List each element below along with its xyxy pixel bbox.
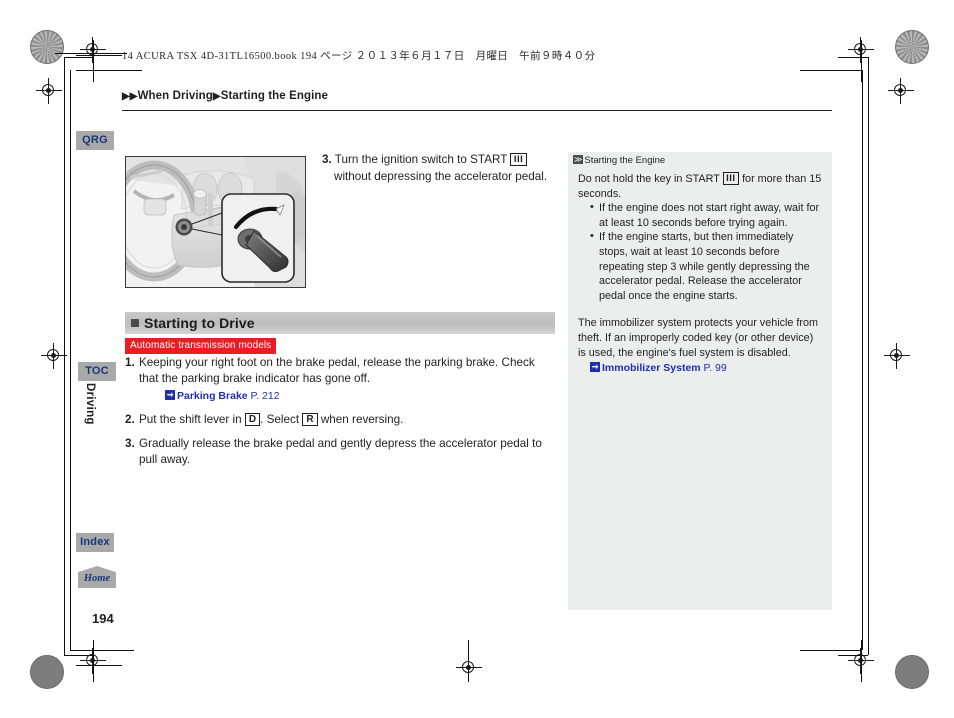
- crop-mark: [93, 40, 95, 82]
- figure-step-3-number: 3.: [322, 153, 332, 166]
- gear-d-icon: D: [244, 413, 261, 426]
- crop-mark: [800, 650, 862, 652]
- sidebar-tab-toc[interactable]: TOC: [78, 362, 116, 381]
- page-number: 194: [92, 611, 114, 626]
- ignition-switch-illustration: [126, 157, 305, 287]
- step-text: Keeping your right foot on the brake ped…: [139, 356, 535, 385]
- side-note-intro-before: Do not hold the key in START: [578, 173, 720, 185]
- crop-mark: [93, 640, 95, 682]
- side-note-panel: ≫ Starting the Engine Do not hold the key…: [568, 152, 832, 610]
- list-item: 3. Gradually release the brake pedal and…: [125, 436, 555, 468]
- registration-mark-top-inner-left: [36, 78, 62, 104]
- print-color-patch-bottom-left: [30, 655, 64, 689]
- figure-step-3-text-before: Turn the ignition switch to START: [334, 153, 508, 166]
- side-note-chevron-icon: ≫: [573, 155, 584, 164]
- step-text-part-a: Put the shift lever in: [139, 413, 242, 426]
- crop-mark: [838, 57, 868, 59]
- gear-r-icon: R: [302, 413, 318, 426]
- cross-reference-link-parking-brake[interactable]: Parking Brake P. 212: [165, 388, 555, 404]
- sidebar-chapter-label: Driving: [84, 383, 96, 425]
- section-heading-bar: Starting to Drive: [125, 312, 555, 334]
- side-note-paragraph: The immobilizer system protects your veh…: [578, 317, 818, 359]
- cross-reference-title: Immobilizer System: [602, 362, 701, 375]
- sidebar-tab-qrg[interactable]: QRG: [76, 131, 114, 150]
- crop-mark: [64, 57, 66, 655]
- print-book-line: 14 ACURA TSX 4D-31TL16500.book 194 ページ ２…: [122, 51, 596, 62]
- registration-mark-top-inner-right: [888, 78, 914, 104]
- sidebar-tab-index[interactable]: Index: [76, 533, 114, 552]
- cross-reference-arrow-icon: [590, 362, 600, 373]
- instruction-step-list: 1. Keeping your right foot on the brake …: [125, 355, 555, 476]
- crop-mark: [868, 57, 870, 655]
- start-position-icon: III: [510, 153, 527, 166]
- step-text-part-c: when reversing.: [320, 413, 404, 426]
- breadcrumb-current: Starting the Engine: [220, 90, 329, 102]
- side-note-body: Do not hold the key in START III for mor…: [578, 172, 824, 376]
- cross-reference-arrow-icon: [165, 390, 175, 400]
- list-item: If the engine starts, but then immediate…: [590, 229, 824, 303]
- registration-mark-mid-right: [884, 343, 910, 369]
- cross-reference-link-immobilizer-system[interactable]: Immobilizer System P. 99: [590, 361, 824, 376]
- list-item: If the engine does not start right away,…: [590, 200, 824, 230]
- cross-reference-title: Parking Brake: [177, 390, 248, 402]
- crop-mark: [76, 55, 122, 57]
- list-item: 1. Keeping your right foot on the brake …: [125, 355, 555, 404]
- breadcrumb-marker-icon: ▶▶: [122, 90, 138, 102]
- ignition-switch-figure: [125, 156, 306, 288]
- crop-mark: [838, 655, 868, 657]
- side-note-intro: Do not hold the key in START III for mor…: [578, 172, 824, 201]
- print-color-patch-top-right: [895, 30, 929, 64]
- breadcrumb-parent[interactable]: When Driving: [138, 90, 213, 102]
- crop-mark: [800, 70, 862, 72]
- crop-mark: [70, 650, 134, 652]
- side-note-bullet-list: If the engine does not start right away,…: [578, 200, 824, 303]
- step-text-part-b: . Select: [260, 413, 300, 426]
- crop-mark: [64, 655, 94, 657]
- section-title: Starting to Drive: [144, 315, 255, 331]
- crop-mark-center-bottom: [468, 640, 470, 682]
- model-variant-badge: Automatic transmission models: [125, 338, 277, 354]
- print-color-patch-bottom-right: [895, 655, 929, 689]
- section-bullet-square-icon: [131, 319, 139, 327]
- step-text: Gradually release the brake pedal and ge…: [139, 437, 542, 466]
- crop-mark: [861, 640, 863, 682]
- crop-mark: [76, 70, 142, 72]
- step-number: 3.: [125, 437, 135, 450]
- list-item: 2. Put the shift lever in D. Select R wh…: [125, 412, 555, 428]
- step-number: 1.: [125, 356, 135, 369]
- sidebar-home-button[interactable]: Home: [78, 566, 116, 588]
- breadcrumb-separator-icon: ▶: [212, 90, 221, 102]
- crop-mark: [64, 57, 94, 59]
- cross-reference-page: P. 212: [250, 390, 280, 402]
- crop-mark: [76, 665, 122, 667]
- header-rule-left: [55, 53, 127, 54]
- cross-reference-page: P. 99: [703, 362, 727, 375]
- breadcrumb-divider: [122, 110, 832, 112]
- figure-step-3-text-after: without depressing the accelerator pedal…: [334, 169, 548, 183]
- print-color-patch-top-left: [30, 30, 64, 64]
- home-button-label: Home: [83, 573, 111, 584]
- crop-mark: [862, 70, 864, 650]
- side-note-heading: ≫ Starting the Engine: [573, 155, 665, 166]
- crop-mark: [861, 40, 863, 82]
- figure-step-3: 3. Turn the ignition switch to START III…: [322, 152, 572, 185]
- start-position-icon: III: [722, 172, 740, 185]
- breadcrumb: ▶▶When Driving▶Starting the Engine: [122, 90, 328, 102]
- side-note-heading-label: Starting the Engine: [584, 155, 666, 166]
- step-number: 2.: [125, 413, 135, 426]
- crop-mark: [70, 70, 72, 650]
